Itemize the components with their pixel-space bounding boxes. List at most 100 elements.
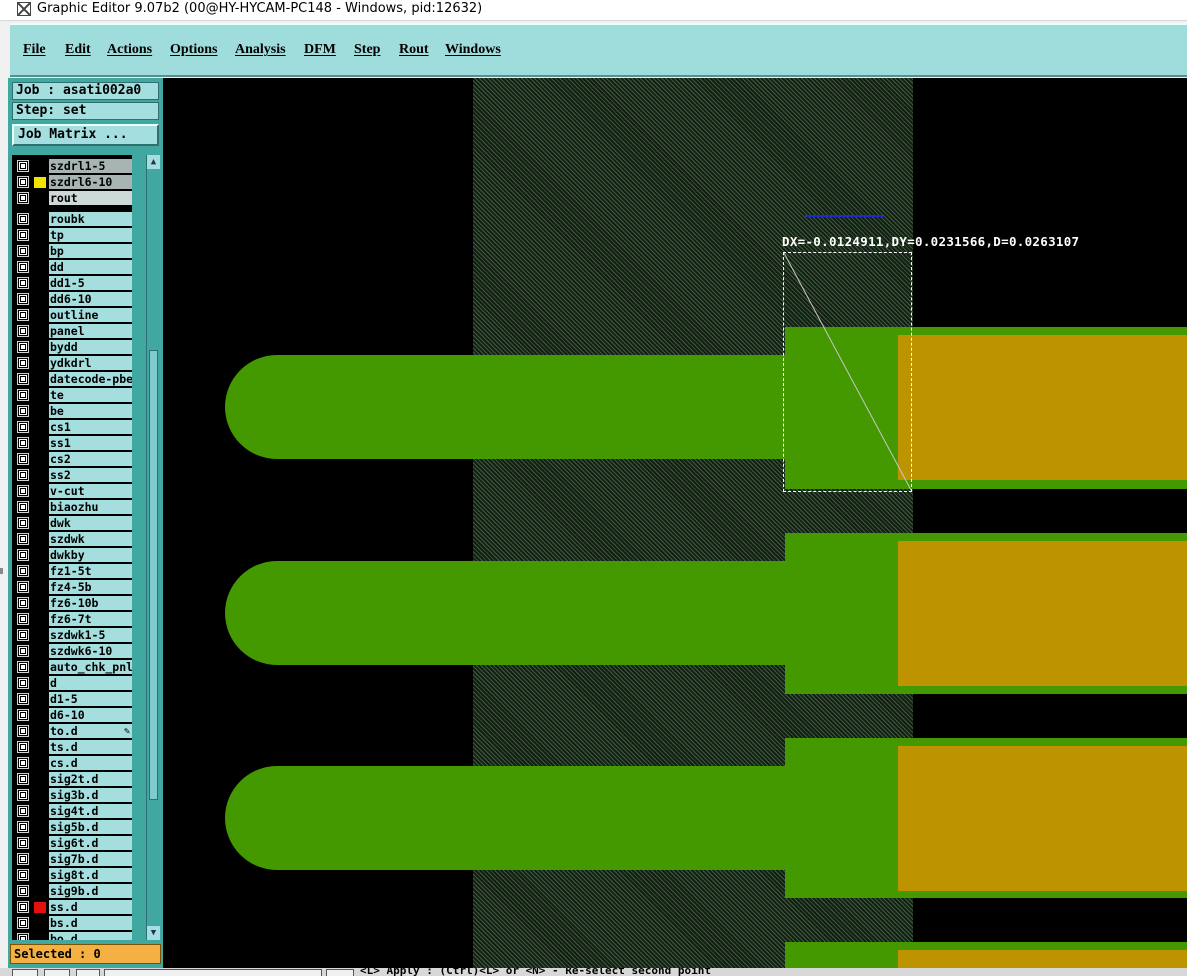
layer-color-swatch[interactable]: [34, 566, 46, 577]
layer-name[interactable]: to.d ✎: [49, 724, 132, 738]
layer-color-swatch[interactable]: [34, 918, 46, 929]
layer-color-swatch[interactable]: [34, 342, 46, 353]
layer-row[interactable]: sig2t.d: [12, 771, 132, 787]
layer-checkbox[interactable]: [17, 741, 29, 753]
layer-name[interactable]: dd1-5: [49, 276, 132, 290]
layer-checkbox[interactable]: [17, 805, 29, 817]
layer-name[interactable]: ts.d: [49, 740, 132, 754]
layer-color-swatch[interactable]: [34, 518, 46, 529]
layer-color-swatch[interactable]: [34, 774, 46, 785]
layer-row[interactable]: szdwk6-10: [12, 643, 132, 659]
layer-row[interactable]: cs2: [12, 451, 132, 467]
layer-row[interactable]: cs1: [12, 419, 132, 435]
job-matrix-button[interactable]: Job Matrix ...: [12, 124, 159, 146]
layer-checkbox[interactable]: [17, 677, 29, 689]
layer-name[interactable]: fz4-5b: [49, 580, 132, 594]
layer-name[interactable]: szdrl1-5: [49, 159, 132, 173]
layer-row[interactable]: fz1-5t: [12, 563, 132, 579]
layer-color-swatch[interactable]: [34, 454, 46, 465]
layer-row[interactable]: sig7b.d: [12, 851, 132, 867]
layer-name[interactable]: v-cut: [49, 484, 132, 498]
layer-checkbox[interactable]: [17, 613, 29, 625]
layer-checkbox[interactable]: [17, 533, 29, 545]
layer-row[interactable]: fz4-5b: [12, 579, 132, 595]
status-cell[interactable]: [12, 969, 38, 976]
layer-color-swatch[interactable]: [34, 662, 46, 673]
layer-name[interactable]: fz1-5t: [49, 564, 132, 578]
layer-color-swatch[interactable]: [34, 886, 46, 897]
layer-name[interactable]: sig9b.d: [49, 884, 132, 898]
layer-row[interactable]: bydd: [12, 339, 132, 355]
layer-color-swatch[interactable]: [34, 678, 46, 689]
layer-name[interactable]: cs1: [49, 420, 132, 434]
layer-row[interactable]: ts.d: [12, 739, 132, 755]
menu-file[interactable]: File: [23, 42, 46, 58]
layer-checkbox[interactable]: [17, 245, 29, 257]
layer-checkbox[interactable]: [17, 789, 29, 801]
layer-checkbox[interactable]: [17, 853, 29, 865]
layer-color-swatch[interactable]: [34, 646, 46, 657]
layer-checkbox[interactable]: [17, 629, 29, 641]
layer-name[interactable]: dwkby: [49, 548, 132, 562]
layer-checkbox[interactable]: [17, 277, 29, 289]
layer-checkbox[interactable]: [17, 933, 29, 940]
layer-checkbox[interactable]: [17, 160, 29, 172]
layer-row[interactable]: v-cut: [12, 483, 132, 499]
layer-row[interactable]: ss2: [12, 467, 132, 483]
layer-checkbox[interactable]: [17, 917, 29, 929]
layer-row[interactable]: ydkdrl: [12, 355, 132, 371]
layer-checkbox[interactable]: [17, 293, 29, 305]
layer-name[interactable]: d1-5: [49, 692, 132, 706]
layer-row[interactable]: sig4t.d: [12, 803, 132, 819]
layer-row[interactable]: sig3b.d: [12, 787, 132, 803]
layer-row[interactable]: to.d ✎: [12, 723, 132, 739]
layer-name[interactable]: biaozhu: [49, 500, 132, 514]
layer-color-swatch[interactable]: [34, 710, 46, 721]
menu-actions[interactable]: Actions: [107, 42, 152, 58]
layer-name[interactable]: bs.d: [49, 916, 132, 930]
layer-checkbox[interactable]: [17, 325, 29, 337]
layer-checkbox[interactable]: [17, 309, 29, 321]
triangle-down-icon[interactable]: ▼: [147, 926, 160, 940]
layer-checkbox[interactable]: [17, 229, 29, 241]
layer-row[interactable]: bs.d: [12, 915, 132, 931]
scrollbar-thumb[interactable]: [149, 350, 158, 800]
layer-name[interactable]: szdwk: [49, 532, 132, 546]
layer-row[interactable]: dd: [12, 259, 132, 275]
layer-name[interactable]: cs2: [49, 452, 132, 466]
layer-row[interactable]: bo.d: [12, 931, 132, 940]
layer-name[interactable]: szdrl6-10: [49, 175, 132, 189]
layer-checkbox[interactable]: [17, 773, 29, 785]
status-input[interactable]: [104, 969, 322, 976]
layer-checkbox[interactable]: [17, 357, 29, 369]
layer-checkbox[interactable]: [17, 901, 29, 913]
layer-row[interactable]: szdwk1-5: [12, 627, 132, 643]
layer-color-swatch[interactable]: [34, 790, 46, 801]
layer-color-swatch[interactable]: [34, 822, 46, 833]
graphic-canvas[interactable]: DX=-0.0124911,DY=0.0231566,D=0.0263107: [163, 78, 1187, 968]
layer-name[interactable]: ss2: [49, 468, 132, 482]
layer-row[interactable]: szdwk: [12, 531, 132, 547]
layer-checkbox[interactable]: [17, 565, 29, 577]
layer-color-swatch[interactable]: [34, 902, 46, 913]
menu-windows[interactable]: Windows: [445, 42, 501, 58]
layer-name[interactable]: sig6t.d: [49, 836, 132, 850]
layer-name[interactable]: sig8t.d: [49, 868, 132, 882]
layer-color-swatch[interactable]: [34, 390, 46, 401]
menu-options[interactable]: Options: [170, 42, 217, 58]
layer-row[interactable]: dd1-5: [12, 275, 132, 291]
layer-checkbox[interactable]: [17, 261, 29, 273]
layer-name[interactable]: sig7b.d: [49, 852, 132, 866]
layer-checkbox[interactable]: [17, 453, 29, 465]
layer-color-swatch[interactable]: [34, 438, 46, 449]
layer-color-swatch[interactable]: [34, 470, 46, 481]
layer-color-swatch[interactable]: [34, 550, 46, 561]
layer-name[interactable]: bydd: [49, 340, 132, 354]
layer-name[interactable]: outline: [49, 308, 132, 322]
layer-color-swatch[interactable]: [34, 758, 46, 769]
layer-checkbox[interactable]: [17, 661, 29, 673]
layer-name[interactable]: ydkdrl: [49, 356, 132, 370]
menu-dfm[interactable]: DFM: [304, 42, 336, 58]
layer-row[interactable]: be: [12, 403, 132, 419]
layer-color-swatch[interactable]: [34, 278, 46, 289]
